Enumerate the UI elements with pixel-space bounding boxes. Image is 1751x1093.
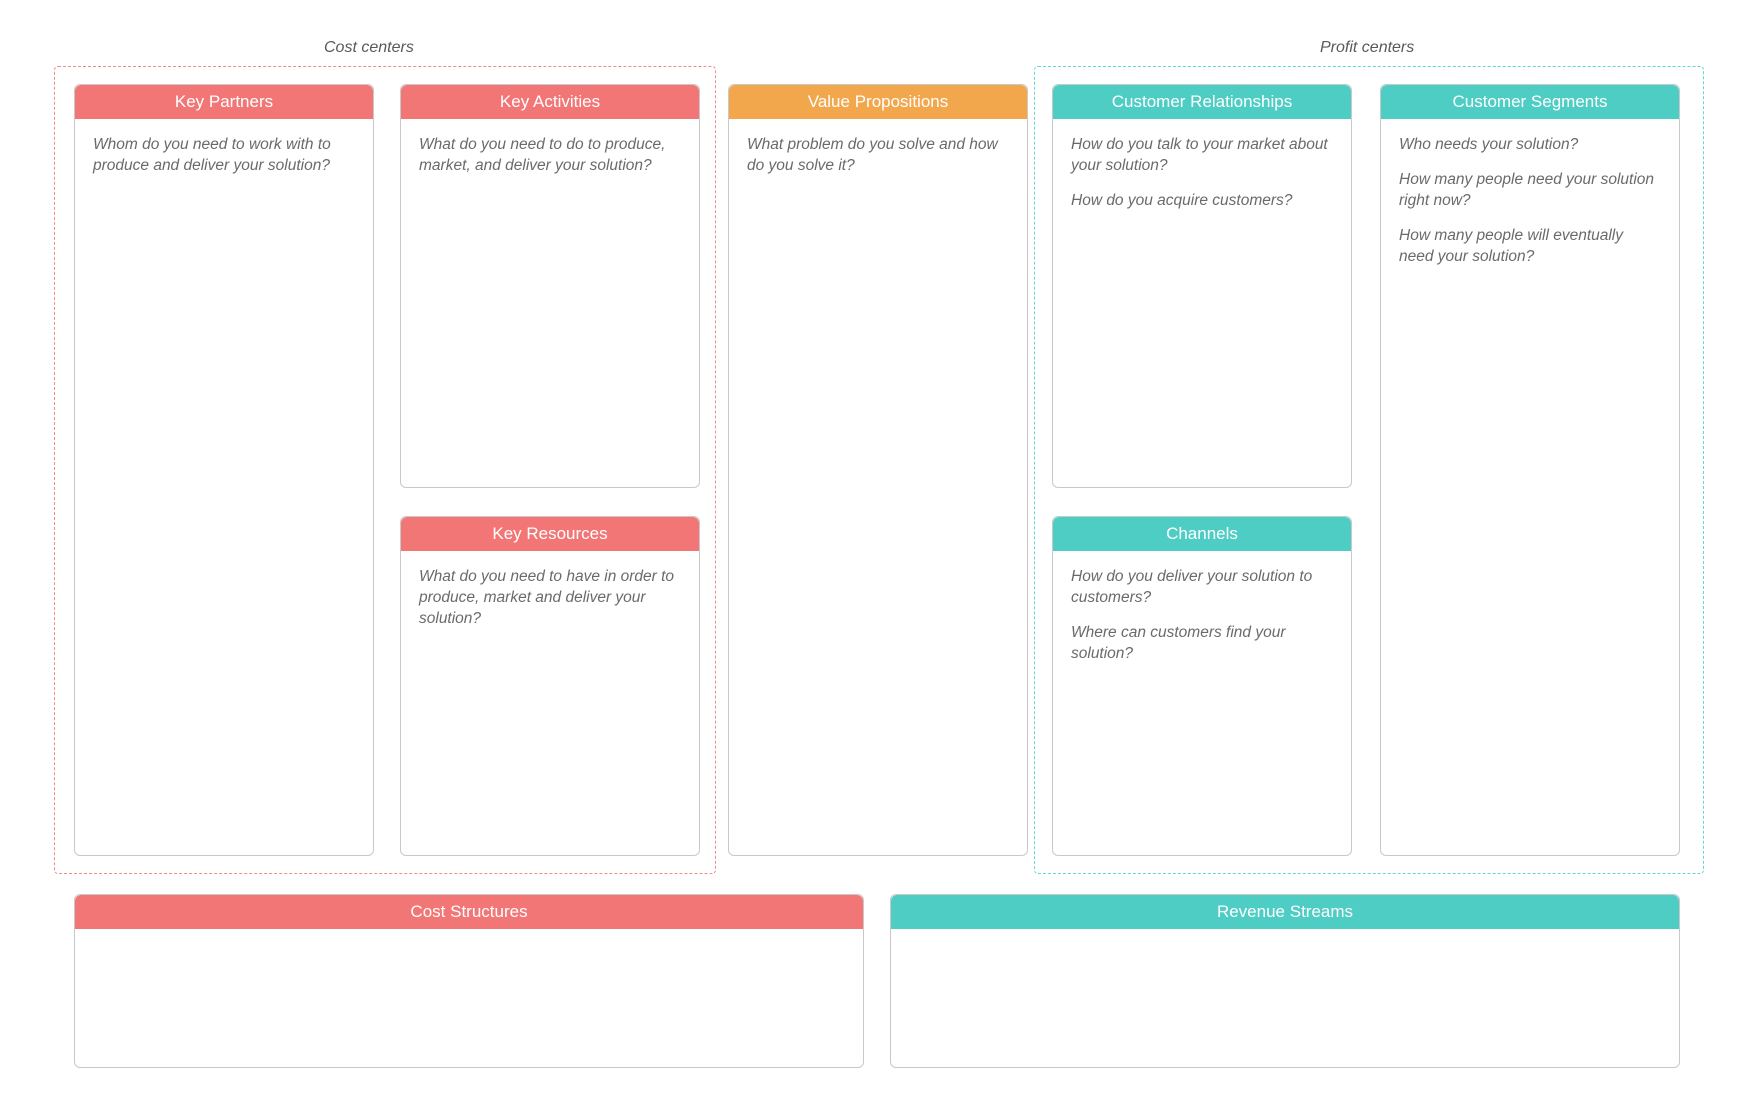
customer-relationships-card[interactable]: Customer Relationships How do you talk t… <box>1052 84 1352 488</box>
key-resources-title: Key Resources <box>401 517 699 551</box>
key-partners-body: Whom do you need to work with to produce… <box>75 119 373 193</box>
cost-structures-body <box>75 929 863 961</box>
revenue-streams-body <box>891 929 1679 961</box>
channels-body: How do you deliver your solution to cust… <box>1053 551 1351 681</box>
channels-title: Channels <box>1053 517 1351 551</box>
customer-segments-title: Customer Segments <box>1381 85 1679 119</box>
key-partners-card[interactable]: Key Partners Whom do you need to work wi… <box>74 84 374 856</box>
key-activities-card[interactable]: Key Activities What do you need to do to… <box>400 84 700 488</box>
key-resources-card[interactable]: Key Resources What do you need to have i… <box>400 516 700 856</box>
value-propositions-body: What problem do you solve and how do you… <box>729 119 1027 193</box>
profit-centers-label: Profit centers <box>1320 39 1414 57</box>
key-resources-body: What do you need to have in order to pro… <box>401 551 699 646</box>
cost-centers-label: Cost centers <box>324 39 414 57</box>
cost-structures-card[interactable]: Cost Structures <box>74 894 864 1068</box>
key-partners-title: Key Partners <box>75 85 373 119</box>
channels-card[interactable]: Channels How do you deliver your solutio… <box>1052 516 1352 856</box>
key-activities-title: Key Activities <box>401 85 699 119</box>
customer-segments-body: Who needs your solution? How many people… <box>1381 119 1679 284</box>
customer-relationships-body: How do you talk to your market about you… <box>1053 119 1351 228</box>
customer-segments-card[interactable]: Customer Segments Who needs your solutio… <box>1380 84 1680 856</box>
revenue-streams-title: Revenue Streams <box>891 895 1679 929</box>
value-propositions-title: Value Propositions <box>729 85 1027 119</box>
customer-relationships-title: Customer Relationships <box>1053 85 1351 119</box>
value-propositions-card[interactable]: Value Propositions What problem do you s… <box>728 84 1028 856</box>
key-activities-body: What do you need to do to produce, marke… <box>401 119 699 193</box>
revenue-streams-card[interactable]: Revenue Streams <box>890 894 1680 1068</box>
cost-structures-title: Cost Structures <box>75 895 863 929</box>
